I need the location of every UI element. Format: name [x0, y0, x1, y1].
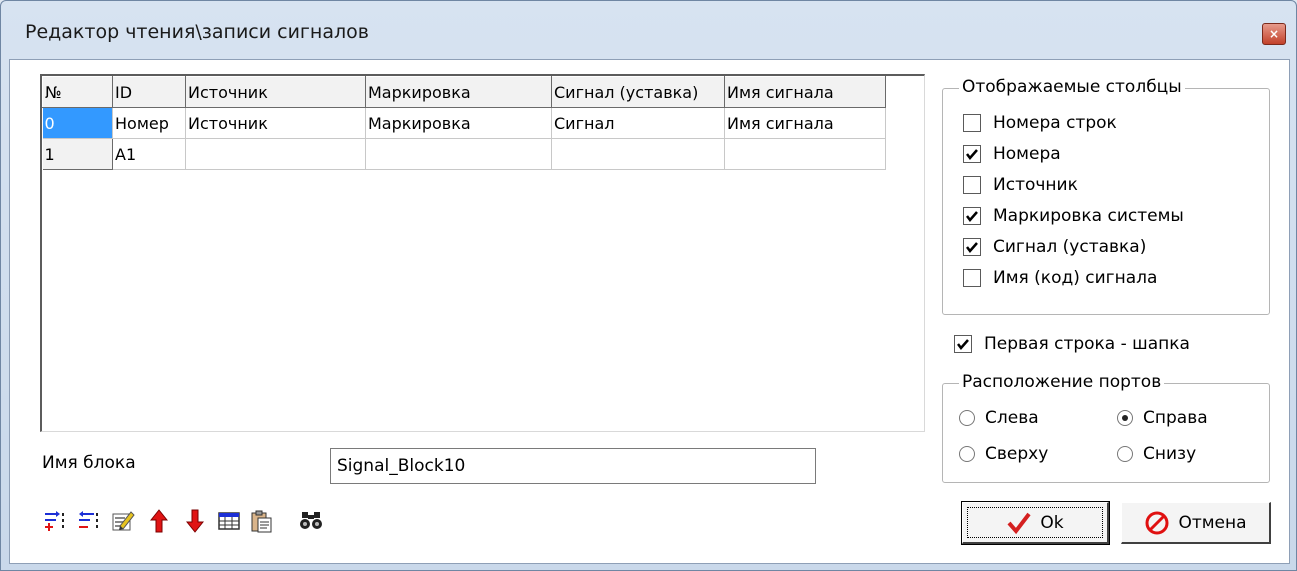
add-row-button[interactable]: [42, 506, 68, 536]
radio-button[interactable]: [1117, 446, 1133, 462]
displayed-columns-title: Отображаемые столбцы: [959, 77, 1185, 97]
close-icon: ×: [1268, 27, 1280, 41]
check-icon: [966, 242, 978, 253]
radio-button[interactable]: [959, 446, 975, 462]
radio-top[interactable]: Сверху: [959, 442, 1048, 466]
radio-button[interactable]: [1117, 410, 1133, 426]
table-cell[interactable]: [365, 138, 552, 170]
checkbox[interactable]: [963, 145, 981, 163]
checkbox-label: Первая строка - шапка: [984, 334, 1190, 354]
checkbox-signal-name[interactable]: Имя (код) сигнала: [963, 266, 1157, 290]
table-cell[interactable]: [724, 138, 886, 170]
table-row: 0 Номер Источник Маркировка Сигнал Имя с…: [42, 107, 886, 139]
delete-row-icon: [79, 511, 98, 528]
column-header[interactable]: Источник: [185, 76, 366, 108]
block-name-label: Имя блока: [42, 453, 136, 473]
edit-icon: [112, 511, 135, 531]
checkbox-signal-setpoint[interactable]: Сигнал (уставка): [963, 235, 1146, 259]
radio-label: Справа: [1143, 408, 1208, 428]
checkbox-label: Маркировка системы: [993, 206, 1184, 226]
ports-position-title: Расположение портов: [959, 372, 1165, 392]
checkbox-label: Имя (код) сигнала: [993, 268, 1158, 288]
radio-right[interactable]: Справа: [1117, 406, 1208, 430]
checkbox[interactable]: [954, 335, 972, 353]
radio-label: Снизу: [1143, 444, 1197, 464]
table-icon: [218, 512, 240, 530]
column-header[interactable]: Сигнал (уставка): [551, 76, 725, 108]
table-cell[interactable]: 0: [42, 107, 113, 139]
checkbox[interactable]: [963, 238, 981, 256]
checkbox-label: Номера: [993, 144, 1061, 164]
move-up-icon: [150, 509, 168, 533]
cancel-button[interactable]: Отмена: [1121, 502, 1271, 544]
table-cell[interactable]: Имя сигнала: [724, 107, 886, 139]
move-up-button[interactable]: [146, 506, 172, 536]
paste-button[interactable]: [248, 506, 274, 536]
find-button[interactable]: [298, 506, 324, 536]
checkbox[interactable]: [963, 207, 981, 225]
checkbox-source[interactable]: Источник: [963, 173, 1078, 197]
signals-grid[interactable]: № ID Источник Маркировка Сигнал (уставка…: [40, 74, 925, 432]
table-row: 1 A1: [42, 138, 886, 170]
window-title: Редактор чтения\записи сигналов: [25, 21, 369, 43]
block-name-input[interactable]: [330, 448, 816, 484]
add-row-icon: [45, 511, 64, 531]
table-cell[interactable]: [551, 138, 725, 170]
checkbox-system-marking[interactable]: Маркировка системы: [963, 204, 1184, 228]
paste-icon: [251, 510, 272, 533]
table-button[interactable]: [216, 506, 242, 536]
column-header[interactable]: Имя сигнала: [724, 76, 886, 108]
ports-position-group: Расположение портов Слева Справа Сверху …: [942, 372, 1270, 483]
table-cell[interactable]: A1: [112, 138, 186, 170]
column-header[interactable]: Маркировка: [365, 76, 552, 108]
check-icon: [957, 339, 969, 350]
radio-label: Слева: [985, 408, 1039, 428]
dialog-client: № ID Источник Маркировка Сигнал (уставка…: [9, 59, 1290, 564]
radio-left[interactable]: Слева: [959, 406, 1039, 430]
signals-table: № ID Источник Маркировка Сигнал (уставка…: [42, 76, 886, 170]
table-cell[interactable]: 1: [42, 138, 113, 170]
table-cell[interactable]: Сигнал: [551, 107, 725, 139]
delete-row-button[interactable]: [76, 506, 102, 536]
radio-label: Сверху: [985, 444, 1049, 464]
focus-rectangle: [967, 507, 1103, 538]
move-down-icon: [186, 509, 204, 533]
title-bar[interactable]: Редактор чтения\записи сигналов ×: [1, 1, 1296, 59]
move-down-button[interactable]: [182, 506, 208, 536]
dialog-window: Редактор чтения\записи сигналов × № ID И…: [0, 0, 1297, 571]
table-cell[interactable]: Маркировка: [365, 107, 552, 139]
table-cell[interactable]: [185, 138, 366, 170]
grid-header-row: № ID Источник Маркировка Сигнал (уставка…: [42, 76, 886, 108]
check-icon: [966, 211, 978, 222]
cancel-icon: [1145, 511, 1169, 534]
displayed-columns-group: Отображаемые столбцы Номера строк Номера…: [942, 77, 1270, 315]
checkbox-first-row-header[interactable]: Первая строка - шапка: [954, 332, 1190, 356]
checkbox-numbers[interactable]: Номера: [963, 142, 1061, 166]
radio-selected-dot: [1122, 415, 1128, 421]
close-button[interactable]: ×: [1262, 23, 1286, 45]
find-icon: [300, 512, 322, 529]
checkbox[interactable]: [963, 176, 981, 194]
column-header[interactable]: №: [42, 76, 113, 108]
checkbox-label: Источник: [993, 175, 1078, 195]
radio-bottom[interactable]: Снизу: [1117, 442, 1196, 466]
table-cell[interactable]: Источник: [185, 107, 366, 139]
check-icon: [966, 149, 978, 160]
checkbox-row-numbers[interactable]: Номера строк: [963, 111, 1117, 135]
ok-button[interactable]: Ok: [961, 501, 1110, 545]
edit-button[interactable]: [110, 506, 136, 536]
checkbox-label: Сигнал (уставка): [993, 237, 1147, 257]
column-header[interactable]: ID: [112, 76, 186, 108]
radio-button[interactable]: [959, 410, 975, 426]
checkbox-label: Номера строк: [993, 113, 1117, 133]
cancel-label: Отмена: [1178, 512, 1247, 533]
checkbox[interactable]: [963, 114, 981, 132]
grid-toolbar: [42, 506, 462, 536]
checkbox[interactable]: [963, 269, 981, 287]
table-cell[interactable]: Номер: [112, 107, 186, 139]
